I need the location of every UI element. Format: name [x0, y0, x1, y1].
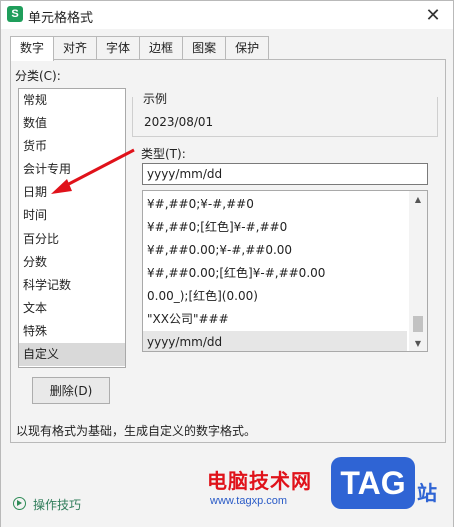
dialog-title: 单元格格式 — [28, 11, 94, 26]
scroll-thumb[interactable] — [413, 316, 423, 332]
tab-pattern[interactable]: 图案 — [182, 36, 227, 60]
tab-alignment[interactable]: 对齐 — [53, 36, 98, 60]
category-label: 分类(C): — [15, 69, 61, 83]
scroll-down-arrow-icon[interactable]: ▼ — [409, 336, 427, 350]
category-item-currency[interactable]: 货币 — [19, 135, 125, 158]
category-item-general[interactable]: 常规 — [19, 89, 125, 112]
sample-value: 2023/08/01 — [144, 115, 214, 129]
category-item-number[interactable]: 数值 — [19, 112, 125, 135]
format-item[interactable]: ¥#,##0.00;[红色]¥-#,##0.00 — [143, 262, 407, 285]
format-cells-dialog: S 单元格格式 ✕ 数字 对齐 字体 边框 图案 保护 分类(C): 常规 数值… — [0, 0, 454, 527]
play-circle-icon[interactable] — [13, 497, 26, 510]
tab-bar: 数字 对齐 字体 边框 图案 保护 — [10, 36, 270, 61]
category-item-date[interactable]: 日期 — [19, 181, 125, 204]
delete-button[interactable]: 删除(D) — [32, 377, 110, 404]
format-item[interactable]: 0.00_);[红色](0.00) — [143, 285, 407, 308]
type-input[interactable] — [142, 163, 428, 185]
category-item-scientific[interactable]: 科学记数 — [19, 274, 125, 297]
category-item-fraction[interactable]: 分数 — [19, 251, 125, 274]
tab-number[interactable]: 数字 — [10, 36, 55, 61]
close-button[interactable]: ✕ — [423, 4, 443, 26]
category-item-accounting[interactable]: 会计专用 — [19, 158, 125, 181]
category-item-time[interactable]: 时间 — [19, 204, 125, 227]
category-item-custom[interactable]: 自定义 — [19, 343, 125, 367]
close-icon: ✕ — [425, 4, 441, 26]
sample-legend: 示例 — [141, 90, 170, 107]
category-list[interactable]: 常规 数值 货币 会计专用 日期 时间 百分比 分数 科学记数 文本 特殊 自定… — [18, 88, 126, 368]
scroll-up-arrow-icon[interactable]: ▲ — [409, 192, 427, 206]
format-description: 以现有格式为基础，生成自定义的数字格式。 — [16, 424, 257, 438]
tab-border[interactable]: 边框 — [139, 36, 184, 60]
wps-spreadsheet-icon: S — [7, 6, 23, 22]
category-item-text[interactable]: 文本 — [19, 297, 125, 320]
format-item-selected[interactable]: yyyy/mm/dd — [143, 331, 407, 351]
category-item-percentage[interactable]: 百分比 — [19, 228, 125, 251]
format-list-scrollbar[interactable]: ▲ ▼ — [409, 191, 427, 351]
tab-font[interactable]: 字体 — [96, 36, 141, 60]
format-item[interactable]: ¥#,##0;¥-#,##0 — [143, 193, 407, 216]
tab-protection[interactable]: 保护 — [225, 36, 270, 60]
format-item[interactable]: ¥#,##0;[红色]¥-#,##0 — [143, 216, 407, 239]
operation-tips-link[interactable]: 操作技巧 — [33, 496, 81, 513]
format-list[interactable]: ¥#,##0;¥-#,##0 ¥#,##0;[红色]¥-#,##0 ¥#,##0… — [142, 190, 428, 352]
type-label: 类型(T): — [141, 147, 186, 161]
category-item-special[interactable]: 特殊 — [19, 320, 125, 343]
title-bar: S 单元格格式 ✕ — [1, 1, 453, 29]
format-item[interactable]: ¥#,##0.00;¥-#,##0.00 — [143, 239, 407, 262]
format-item[interactable]: "XX公司"### — [143, 308, 407, 331]
